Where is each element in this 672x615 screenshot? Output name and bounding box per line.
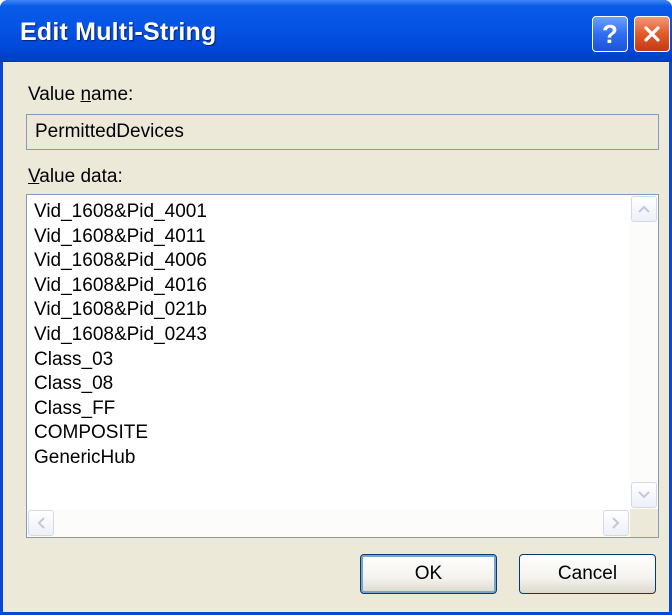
close-button[interactable] <box>634 16 670 52</box>
scrollbar-corner <box>630 509 658 537</box>
value-data-line: Class_08 <box>34 373 114 395</box>
chevron-right-icon <box>612 517 620 529</box>
value-data-line: Vid_1608&Pid_4001 <box>34 201 207 222</box>
value-data-line: Class_03 <box>34 348 114 370</box>
horizontal-scrollbar[interactable] <box>27 509 630 537</box>
cancel-button[interactable]: Cancel <box>519 554 656 594</box>
scroll-right-button[interactable] <box>603 510 629 536</box>
dialog-window: Edit Multi-String ? Value name: Permitte… <box>0 0 672 615</box>
value-data-line: Vid_1608&Pid_0243 <box>34 323 207 345</box>
value-data-label: Value data: <box>28 166 123 187</box>
value-data-line: COMPOSITE <box>34 422 149 444</box>
title-bar[interactable]: Edit Multi-String ? <box>0 0 672 62</box>
value-data-line: Vid_1608&Pid_4006 <box>34 250 207 272</box>
help-button[interactable]: ? <box>592 16 628 52</box>
value-data-textarea[interactable]: Vid_1608&Pid_4001 Vid_1608&Pid_4011 Vid_16… <box>26 194 659 538</box>
vertical-scrollbar[interactable] <box>630 195 658 509</box>
window-title: Edit Multi-String <box>20 18 217 46</box>
value-data-line: GenericHub <box>34 446 136 468</box>
value-data-lines: Vid_1608&Pid_4001 Vid_1608&Pid_4011 Vid_16… <box>34 200 614 471</box>
scroll-up-button[interactable] <box>631 196 657 222</box>
scroll-left-button[interactable] <box>28 510 54 536</box>
value-name-label: Value name: <box>28 84 134 105</box>
chevron-up-icon <box>638 205 650 213</box>
chevron-down-icon <box>638 491 650 499</box>
value-data-line: Vid_1608&Pid_4016 <box>34 274 207 296</box>
value-data-line: Class_FF <box>34 397 116 419</box>
help-icon: ? <box>602 18 618 49</box>
close-icon <box>644 26 660 42</box>
value-data-line: Vid_1608&Pid_4011 <box>34 225 206 247</box>
scroll-down-button[interactable] <box>631 482 657 508</box>
value-data-line: Vid_1608&Pid_021b <box>34 299 207 321</box>
dialog-body: Value name: PermittedDevices Value data:… <box>3 62 669 612</box>
chevron-left-icon <box>37 517 45 529</box>
value-name-field[interactable]: PermittedDevices <box>26 114 659 150</box>
ok-button[interactable]: OK <box>360 554 497 594</box>
